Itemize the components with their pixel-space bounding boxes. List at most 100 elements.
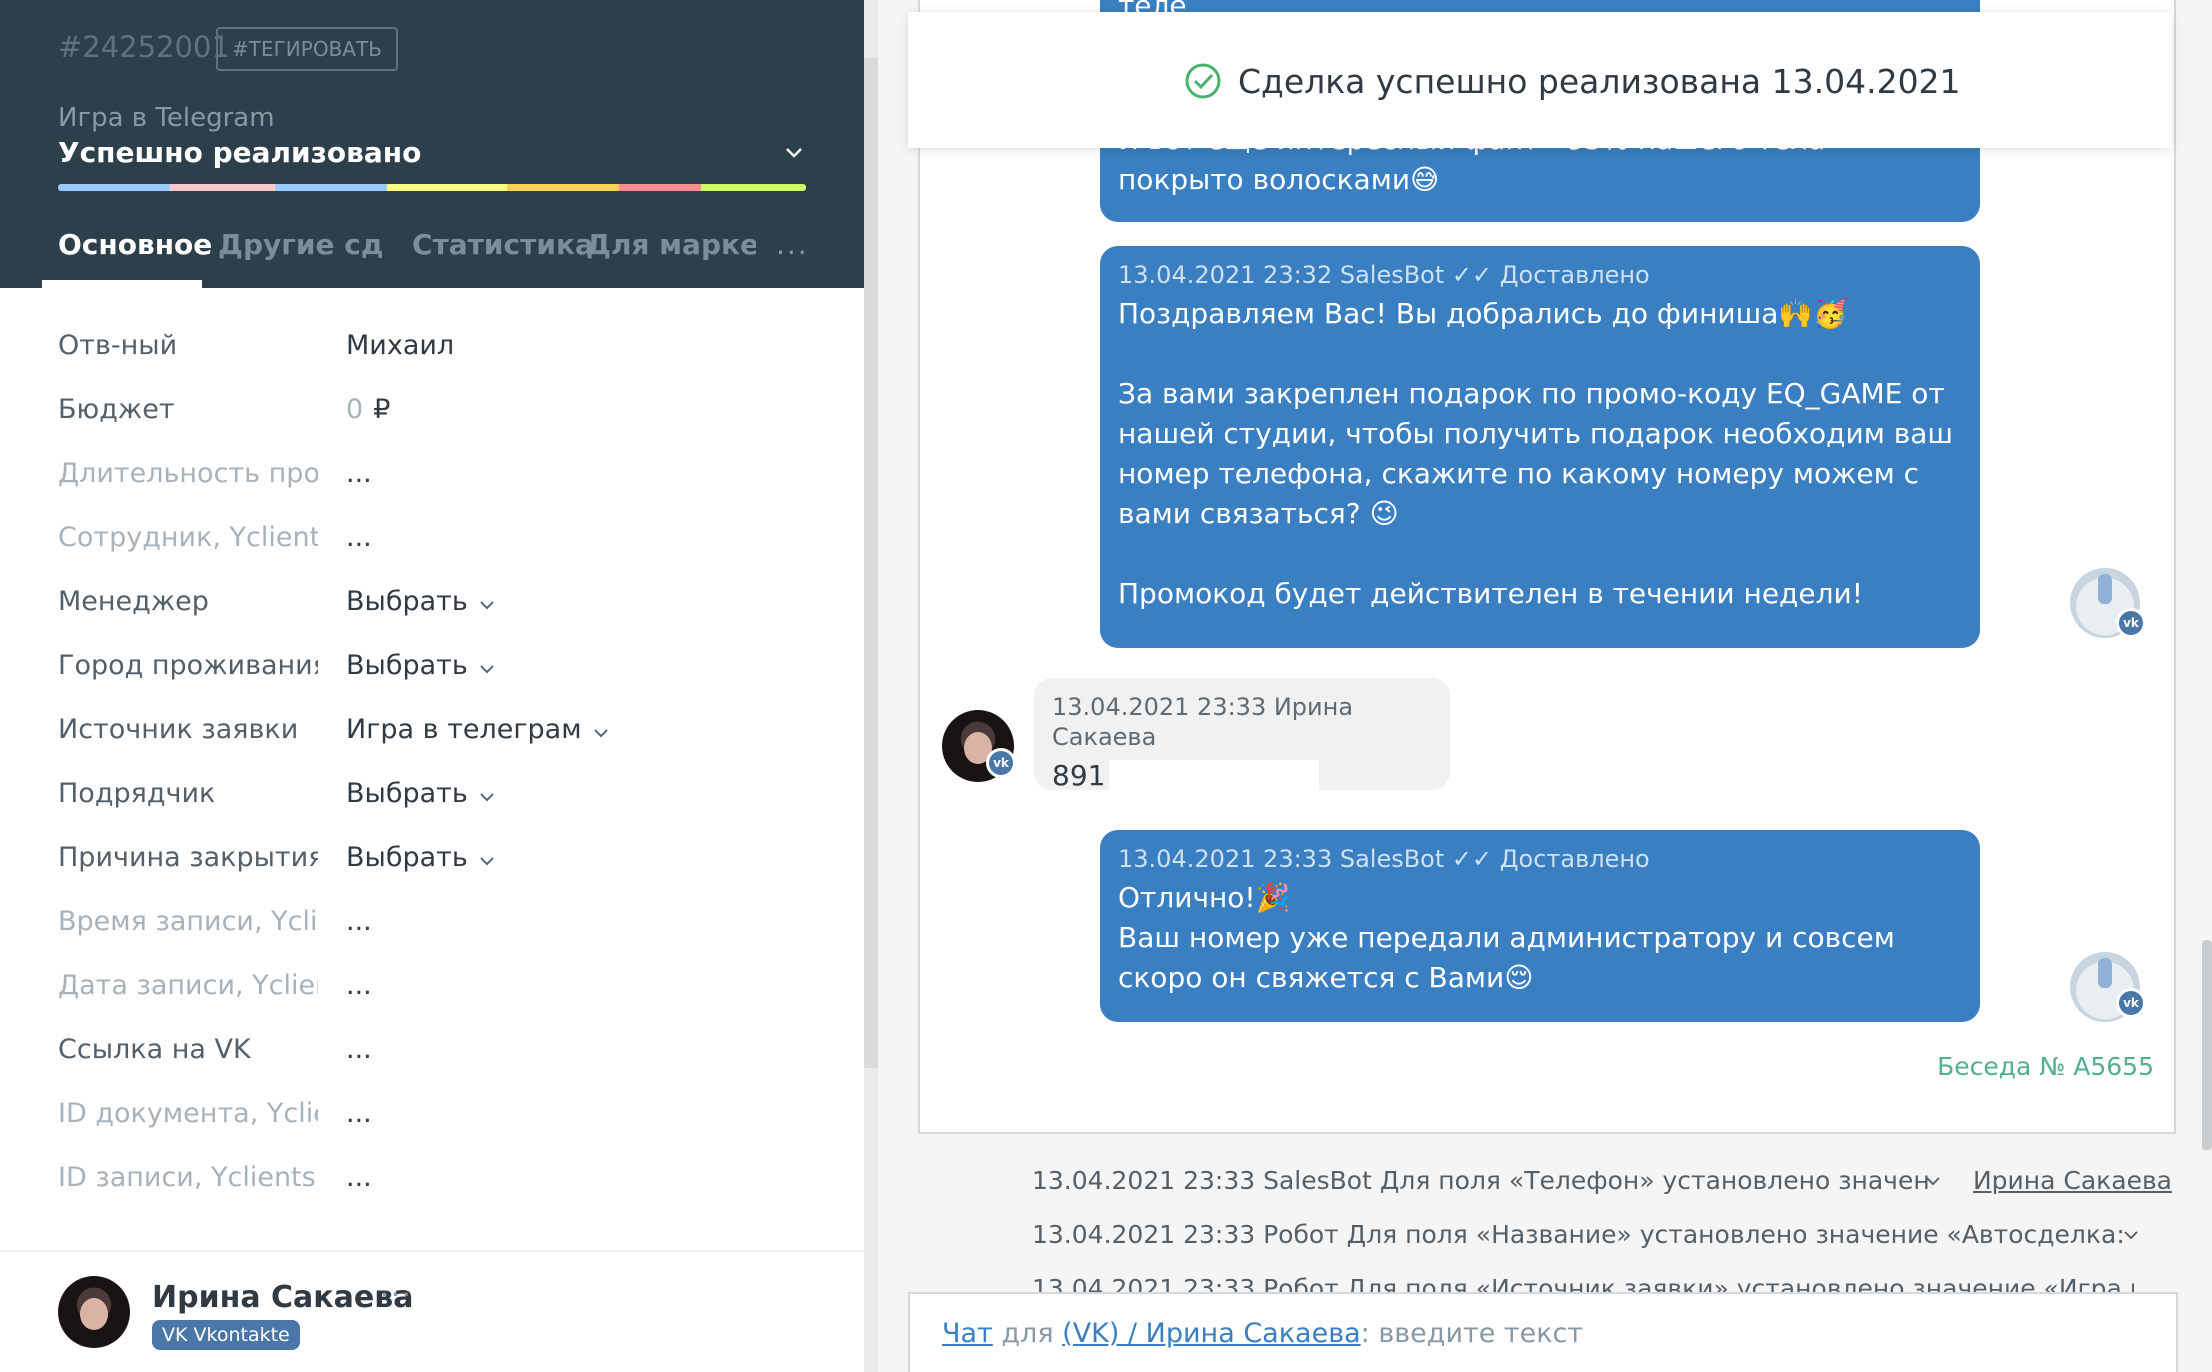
- conversation-id[interactable]: Беседа № A5655: [1937, 1052, 2154, 1081]
- field-label: Подрядчик: [58, 778, 216, 809]
- field-label: Город проживания: [58, 650, 318, 681]
- status-segment: [506, 184, 619, 191]
- field-value[interactable]: ...: [346, 1034, 372, 1065]
- select-value: Выбрать: [346, 650, 468, 681]
- currency-symbol: ₽: [373, 394, 391, 425]
- log-entry: 13.04.2021 23:33 Робот Для поля «Названи…: [1032, 1220, 2122, 1249]
- chat-composer[interactable]: Чат для (VK) / Ирина Сакаева: введите те…: [908, 1292, 2178, 1372]
- field-lead-source[interactable]: Источник заявки Игра в телеграм: [58, 714, 838, 762]
- field-label: ID записи, Yclients: [58, 1162, 316, 1193]
- field-value[interactable]: 0 ₽: [346, 394, 390, 425]
- field-select[interactable]: Выбрать: [346, 650, 496, 681]
- select-value: Выбрать: [346, 778, 468, 809]
- field-vk-link[interactable]: Ссылка на VK ...: [58, 1034, 838, 1082]
- message-timestamp: 13.04.2021 23:32 SalesBot: [1118, 261, 1445, 289]
- status-segment: [387, 184, 507, 191]
- status-select[interactable]: Успешно реализовано: [58, 136, 806, 176]
- field-value[interactable]: Михаил: [346, 330, 454, 361]
- left-scrollbar[interactable]: [864, 58, 878, 1068]
- double-check-icon: ✓✓: [1451, 261, 1493, 289]
- message-bubble-outgoing: 13.04.2021 23:33 SalesBot ✓✓ Доставлено …: [1100, 830, 1980, 1022]
- status-segment: [701, 184, 806, 191]
- active-tab-indicator: [42, 280, 202, 288]
- message-timestamp: 13.04.2021 23:33 SalesBot: [1118, 845, 1445, 873]
- tab-statistics[interactable]: Статистика: [412, 228, 594, 261]
- field-label: Причина закрытия с: [58, 842, 318, 873]
- field-select[interactable]: Выбрать: [346, 778, 496, 809]
- field-value[interactable]: ...: [346, 970, 372, 1001]
- field-manager[interactable]: Менеджер Выбрать: [58, 586, 838, 634]
- message-meta: 13.04.2021 23:33 Ирина Сакаева: [1052, 693, 1354, 751]
- vk-icon: vk: [2116, 608, 2146, 638]
- field-value[interactable]: ...: [346, 458, 372, 489]
- lead-card-panel: #24252001 #ТЕГИРОВАТЬ Игра в Telegram Ус…: [0, 0, 864, 1372]
- lead-id: #24252001: [58, 30, 230, 64]
- field-contractor[interactable]: Подрядчик Выбрать: [58, 778, 838, 826]
- chevron-down-icon: [593, 728, 608, 737]
- field-select[interactable]: Выбрать: [346, 842, 496, 873]
- badge-label: Vkontakte: [193, 1324, 290, 1346]
- check-circle-icon: [1185, 63, 1221, 99]
- field-label: Дата записи, Yclient: [58, 970, 318, 1001]
- field-responsible[interactable]: Отв-ный Михаил: [58, 330, 838, 378]
- chevron-down-icon[interactable]: [1924, 1172, 1942, 1190]
- tab-other-deals[interactable]: Другие сдел: [218, 228, 382, 261]
- field-booking-time[interactable]: Время записи, Yclien ...: [58, 906, 838, 954]
- field-close-reason[interactable]: Причина закрытия с Выбрать: [58, 842, 838, 890]
- status-segment: [58, 184, 171, 191]
- tab-marketing[interactable]: Для маркетс: [586, 228, 756, 261]
- contact-more-button[interactable]: ···: [380, 1278, 413, 1311]
- composer-input[interactable]: Чат для (VK) / Ирина Сакаева: введите те…: [942, 1318, 1583, 1349]
- contact-card[interactable]: Ирина Сакаева ··· VK Vkontakte: [0, 1250, 864, 1372]
- field-label: Ссылка на VK: [58, 1034, 251, 1065]
- field-select[interactable]: Игра в телеграм: [346, 714, 610, 745]
- chevron-down-icon: [480, 792, 494, 801]
- field-value[interactable]: ...: [346, 1098, 372, 1129]
- chevron-down-icon[interactable]: [2122, 1226, 2140, 1244]
- field-select[interactable]: Выбрать: [346, 586, 496, 617]
- field-city[interactable]: Город проживания Выбрать: [58, 650, 838, 698]
- recipient-link[interactable]: (VK) / Ирина Сакаева: [1062, 1318, 1361, 1349]
- field-process-duration[interactable]: Длительность проце ...: [58, 458, 838, 506]
- field-value[interactable]: ...: [346, 1162, 372, 1193]
- select-value: Игра в телеграм: [346, 714, 582, 745]
- field-label: Бюджет: [58, 394, 175, 425]
- field-label: Время записи, Yclien: [58, 906, 318, 937]
- chat-type-link[interactable]: Чат: [942, 1318, 993, 1349]
- redacted-block: [1109, 760, 1320, 794]
- composer-for-label: для: [1001, 1318, 1054, 1349]
- status-label: Успешно реализовано: [58, 136, 422, 169]
- message-meta: 13.04.2021 23:32 SalesBot ✓✓ Доставлено: [1118, 260, 1962, 290]
- message-text: Отлично!🎉: [1118, 881, 1291, 914]
- field-booking-id[interactable]: ID записи, Yclients ...: [58, 1162, 838, 1210]
- delivery-status: Доставлено: [1499, 261, 1650, 289]
- toast-text: Сделка успешно реализована 13.04.2021: [1238, 62, 1961, 101]
- field-employee-yclients[interactable]: Сотрудник, Yclients ...: [58, 522, 838, 570]
- feed-panel: теле И вот еще интересный факт - 95% наш…: [878, 0, 2212, 1372]
- chevron-down-icon: [786, 148, 802, 158]
- chevron-down-icon: [480, 664, 494, 673]
- field-label: Отв-ный: [58, 330, 178, 361]
- message-text: Промокод будет действителен в течении не…: [1118, 577, 1863, 610]
- tag-button[interactable]: #ТЕГИРОВАТЬ: [216, 27, 398, 71]
- field-booking-date[interactable]: Дата записи, Yclient ...: [58, 970, 838, 1018]
- message-text: 891: [1052, 756, 1432, 796]
- avatar: [58, 1276, 130, 1348]
- status-progress-bar: [58, 184, 806, 191]
- field-value[interactable]: ...: [346, 906, 372, 937]
- tab-main[interactable]: Основное: [58, 228, 212, 261]
- contact-name[interactable]: Ирина Сакаева: [152, 1280, 413, 1315]
- field-document-id[interactable]: ID документа, Yclien ...: [58, 1098, 838, 1146]
- right-scrollbar[interactable]: [2202, 940, 2212, 1150]
- status-segment: [170, 184, 275, 191]
- vk-icon: vk: [986, 748, 1016, 778]
- tabs-more-button[interactable]: ···: [776, 236, 809, 269]
- select-value: Выбрать: [346, 586, 468, 617]
- delivery-status: Доставлено: [1499, 845, 1650, 873]
- select-value: Выбрать: [346, 842, 468, 873]
- log-author-link[interactable]: Ирина Сакаева: [1973, 1166, 2172, 1195]
- field-budget[interactable]: Бюджет 0 ₽: [58, 394, 838, 442]
- message-bubble-incoming: 13.04.2021 23:33 Ирина Сакаева 891: [1034, 678, 1450, 794]
- field-value[interactable]: ...: [346, 522, 372, 553]
- vk-badge: VK Vkontakte: [152, 1320, 300, 1350]
